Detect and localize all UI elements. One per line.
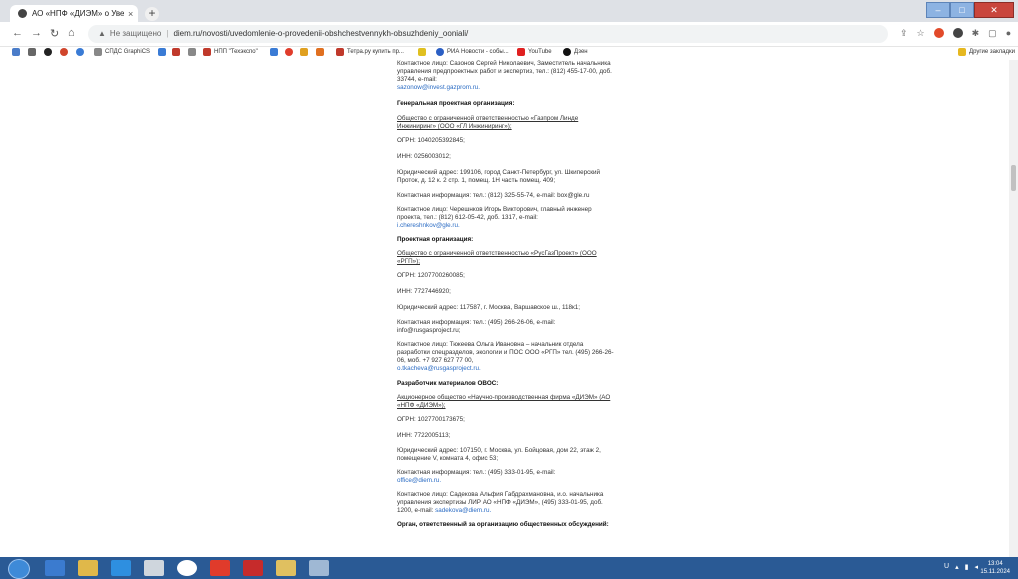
chrome-icon[interactable] [177, 560, 197, 576]
bookmark-star-icon[interactable]: ☆ [917, 28, 925, 39]
app-icon[interactable] [144, 560, 164, 576]
bookmark-item[interactable] [285, 48, 296, 56]
tab-title: АО «НПФ «ДИЭМ» о Уведомле... [32, 9, 124, 18]
bookmark-item[interactable] [316, 48, 327, 56]
home-icon[interactable]: ⌂ [68, 27, 75, 39]
clock-time: 13:04 [987, 561, 1003, 567]
file-explorer-icon[interactable] [78, 560, 98, 576]
tray-arrow-icon[interactable]: ▴ [955, 563, 959, 571]
maximize-button[interactable]: □ [950, 2, 974, 18]
ogrn: ОГРН: 1207700260085; [397, 272, 465, 279]
security-label: Не защищено [109, 29, 162, 38]
section-heading: Генеральная проектная организация: [397, 100, 515, 107]
url-text: diem.ru/novosti/uvedomlenie-o-provedenii… [173, 29, 469, 38]
contact-info: Контактная информация: тел.: (495) 266-2… [397, 319, 556, 334]
minimize-button[interactable]: – [926, 2, 950, 18]
warning-icon: ▲ [98, 29, 106, 38]
inn: ИНН: 7722005113; [397, 432, 451, 439]
site-favicon-icon [18, 9, 27, 18]
address-bar[interactable]: ▲ Не защищено | diem.ru/novosti/uvedomle… [88, 25, 888, 43]
media-player-icon[interactable] [45, 560, 65, 576]
legal-address: Юридический адрес: 107150, г. Москва, ул… [397, 447, 601, 462]
back-icon[interactable]: ← [12, 27, 23, 39]
contact-person: Контактное лицо: Сазонов Сергей Николаев… [397, 60, 612, 83]
profile-icon[interactable]: ● [1006, 28, 1011, 39]
legal-address: Юридический адрес: 117587, г. Москва, Ва… [397, 304, 581, 311]
bookmark-youtube[interactable]: YouTube [517, 48, 552, 56]
email-link[interactable]: sazonow@invest.gazprom.ru. [397, 84, 480, 91]
pdf-reader-icon[interactable] [243, 560, 263, 576]
inn: ИНН: 0256003012; [397, 153, 451, 160]
volume-icon[interactable]: ◂ [974, 563, 978, 571]
org-name: Общество с ограниченной ответственностью… [397, 115, 579, 130]
bookmark-dzen[interactable]: Дзен [563, 48, 588, 56]
tab-close-icon[interactable]: × [128, 9, 133, 19]
org-name: Акционерное общество «Научно-производств… [397, 394, 611, 409]
yandex-browser-icon[interactable] [210, 560, 230, 576]
folder-icon[interactable] [276, 560, 296, 576]
org-name: Общество с ограниченной ответственностью… [397, 250, 597, 265]
bookmark-item[interactable] [60, 48, 71, 56]
bookmark-item[interactable] [28, 48, 39, 56]
extension-icon[interactable] [952, 28, 963, 38]
bookmarks-bar: СПДС GraphiCS НПП "Техэкспо" Тетра.ру ку… [0, 47, 1018, 60]
sidebar-icon[interactable]: ▢ [988, 28, 997, 39]
window-controls: – □ ✕ [926, 2, 1014, 18]
contact-person: Контактное лицо: Тюкеева Ольга Ивановна … [397, 341, 614, 364]
apps-icon[interactable] [12, 48, 23, 56]
clock-date: 15.11.2024 [980, 569, 1010, 575]
bookmark-item[interactable] [44, 48, 55, 56]
browser-toolbar: ← → ↻ ⌂ ▲ Не защищено | diem.ru/novosti/… [0, 22, 1018, 47]
section-heading: Проектная организация: [397, 236, 474, 243]
new-tab-button[interactable]: + [145, 7, 159, 21]
bookmark-ria[interactable]: РИА Новости - собы... [436, 48, 509, 56]
email-link[interactable]: i.chereshnkov@gle.ru. [397, 222, 460, 229]
ogrn: ОГРН: 1040205392845; [397, 137, 465, 144]
share-icon[interactable]: ⇪ [900, 28, 908, 39]
internet-explorer-icon[interactable] [111, 560, 131, 576]
bookmark-item[interactable] [270, 48, 281, 56]
bookmark-tetra[interactable]: Тетра.ру купить пр... [336, 48, 404, 56]
scrollbar-thumb[interactable] [1011, 165, 1016, 191]
network-icon[interactable]: ▮ [965, 563, 969, 571]
contact-person: Контактное лицо: Садекова Альфия Габдрах… [397, 491, 604, 514]
bookmark-item[interactable] [172, 48, 183, 56]
language-indicator[interactable]: U [944, 563, 949, 571]
inn: ИНН: 7727446920; [397, 288, 451, 295]
document-icon[interactable] [309, 560, 329, 576]
ogrn: ОГРН: 1027700173675; [397, 416, 465, 423]
taskbar: U ▴ ▮ ◂ 13:04 15.11.2024 [0, 557, 1018, 579]
bookmark-item[interactable] [418, 48, 429, 56]
contact-info: Контактная информация: тел.: (495) 333-0… [397, 469, 556, 476]
bookmark-npp[interactable]: НПП "Техэкспо" [203, 48, 258, 56]
section-heading: Разработчик материалов ОВОС: [397, 380, 499, 387]
forward-icon[interactable]: → [31, 27, 42, 39]
start-button[interactable] [8, 559, 30, 579]
email-link[interactable]: o.tkacheva@rusgasproject.ru. [397, 365, 481, 372]
bookmark-spds[interactable]: СПДС GraphiCS [94, 48, 150, 56]
legal-address: Юридический адрес: 199106, город Санкт-П… [397, 169, 601, 184]
reload-icon[interactable]: ↻ [50, 27, 59, 40]
system-tray: U ▴ ▮ ◂ [944, 563, 978, 571]
bookmark-item[interactable] [76, 48, 87, 56]
puzzle-icon[interactable]: ✱ [972, 28, 980, 39]
bookmark-other[interactable]: Другие закладки [958, 48, 1015, 56]
email-link[interactable]: office@diem.ru. [397, 477, 441, 484]
bookmark-item[interactable] [158, 48, 169, 56]
bookmark-item[interactable] [188, 48, 199, 56]
contact-info: Контактная информация: тел.: (812) 325-5… [397, 192, 590, 199]
bookmark-item[interactable] [300, 48, 311, 56]
page-scrollbar[interactable] [1009, 60, 1018, 557]
close-window-button[interactable]: ✕ [974, 2, 1014, 18]
browser-tab[interactable]: АО «НПФ «ДИЭМ» о Уведомле... × [10, 5, 138, 22]
clock[interactable]: 13:04 15.11.2024 [980, 560, 1010, 576]
section-heading: Орган, ответственный за организацию обще… [397, 521, 609, 528]
contact-person: Контактное лицо: Черешнков Игорь Викторо… [397, 206, 592, 221]
email-link[interactable]: sadekova@diem.ru. [435, 507, 491, 514]
extension-icon[interactable] [933, 28, 944, 38]
page-content: Контактное лицо: Сазонов Сергей Николаев… [397, 60, 617, 529]
tab-strip: АО «НПФ «ДИЭМ» о Уведомле... × + ⌄ – □ ✕ [0, 0, 1018, 22]
toolbar-actions: ⇪ ☆ ✱ ▢ ● ⋮ [900, 28, 1018, 39]
